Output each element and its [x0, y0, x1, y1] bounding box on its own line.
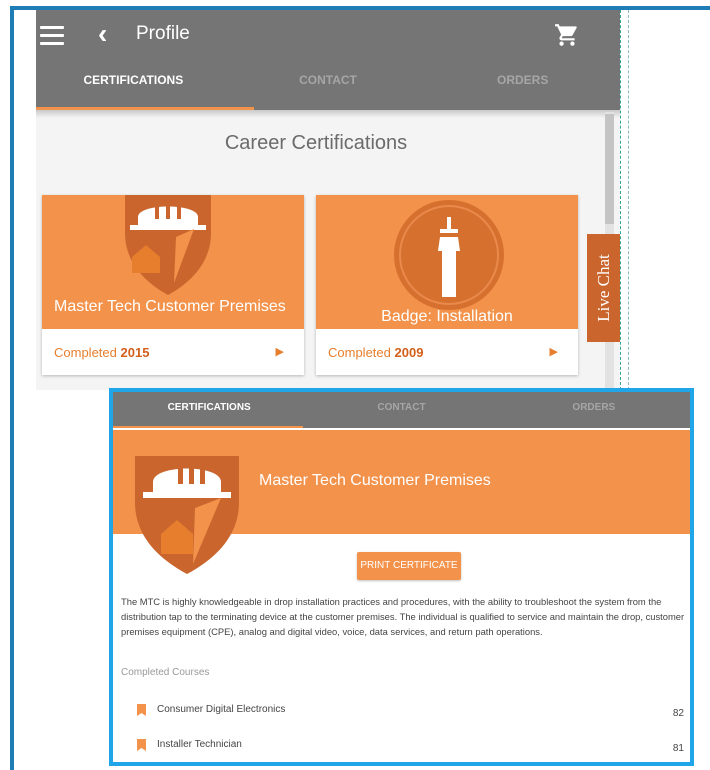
card-completed-text: Completed 2009 [328, 345, 423, 360]
course-name: Installer Technician [157, 739, 242, 750]
tab-certifications[interactable]: CERTIFICATIONS [113, 392, 305, 428]
guide-line [620, 10, 621, 390]
tab-orders[interactable]: ORDERS [425, 68, 620, 110]
guide-line [628, 10, 629, 390]
profile-screen: ‹ Profile CERTIFICATIONS CONTACT ORDERS … [36, 10, 620, 390]
list-item[interactable]: Consumer Digital Electronics 82 [113, 702, 690, 722]
card-image: Badge: Installation [316, 195, 578, 329]
list-item[interactable]: Installer Technician 81 [113, 737, 690, 757]
menu-icon[interactable] [40, 26, 64, 46]
card-title: Master Tech Customer Premises [54, 298, 286, 315]
card-completed-text: Completed 2015 [54, 345, 149, 360]
tab-contact[interactable]: CONTACT [305, 392, 497, 428]
screenshot-frame: ‹ Profile CERTIFICATIONS CONTACT ORDERS … [0, 0, 710, 770]
tab-orders[interactable]: ORDERS [498, 392, 690, 428]
back-chevron-icon[interactable]: ‹ [98, 20, 107, 48]
app-bar-shadow [36, 110, 620, 118]
certification-description: The MTC is highly knowledgeable in drop … [121, 596, 685, 637]
bookmark-icon [137, 739, 146, 751]
print-certificate-button[interactable]: PRINT CERTIFICATE [357, 552, 461, 580]
certification-card[interactable]: Badge: Installation Completed 2009 ▶ [316, 195, 578, 375]
completed-label: Completed [328, 345, 391, 360]
app-bar: ‹ Profile CERTIFICATIONS CONTACT ORDERS [36, 10, 620, 110]
play-arrow-icon[interactable]: ▶ [276, 345, 284, 358]
bookmark-icon [137, 704, 146, 716]
course-score: 82 [672, 708, 684, 719]
detail-title: Master Tech Customer Premises [259, 472, 491, 489]
card-image: Master Tech Customer Premises [42, 195, 304, 329]
live-chat-button[interactable]: Live Chat [587, 234, 620, 342]
detail-tab-bar: CERTIFICATIONS CONTACT ORDERS [113, 392, 690, 428]
completed-label: Completed [54, 345, 117, 360]
card-title: Badge: Installation [381, 308, 513, 325]
course-score: 81 [672, 743, 684, 754]
cart-icon[interactable] [554, 22, 580, 48]
tab-certifications[interactable]: CERTIFICATIONS [36, 68, 231, 110]
detail-tabs: CERTIFICATIONS CONTACT ORDERS [113, 392, 690, 428]
tab-contact[interactable]: CONTACT [231, 68, 426, 110]
page-title: Profile [136, 23, 190, 44]
certification-card[interactable]: Master Tech Customer Premises Completed … [42, 195, 304, 375]
live-chat-label: Live Chat [593, 254, 613, 322]
scrollbar-thumb[interactable] [605, 114, 614, 224]
section-heading: Career Certifications [224, 132, 408, 154]
helmet-shield-icon [135, 456, 239, 574]
active-tab-indicator [113, 426, 303, 428]
profile-tabs: CERTIFICATIONS CONTACT ORDERS [36, 68, 620, 110]
course-name: Consumer Digital Electronics [157, 704, 286, 715]
certification-detail-screen: CERTIFICATIONS CONTACT ORDERS Master Tec… [109, 388, 694, 766]
completed-year: 2009 [394, 345, 424, 360]
play-arrow-icon[interactable]: ▶ [550, 345, 558, 358]
completed-courses-label: Completed Courses [121, 667, 210, 678]
completed-year: 2015 [120, 345, 150, 360]
